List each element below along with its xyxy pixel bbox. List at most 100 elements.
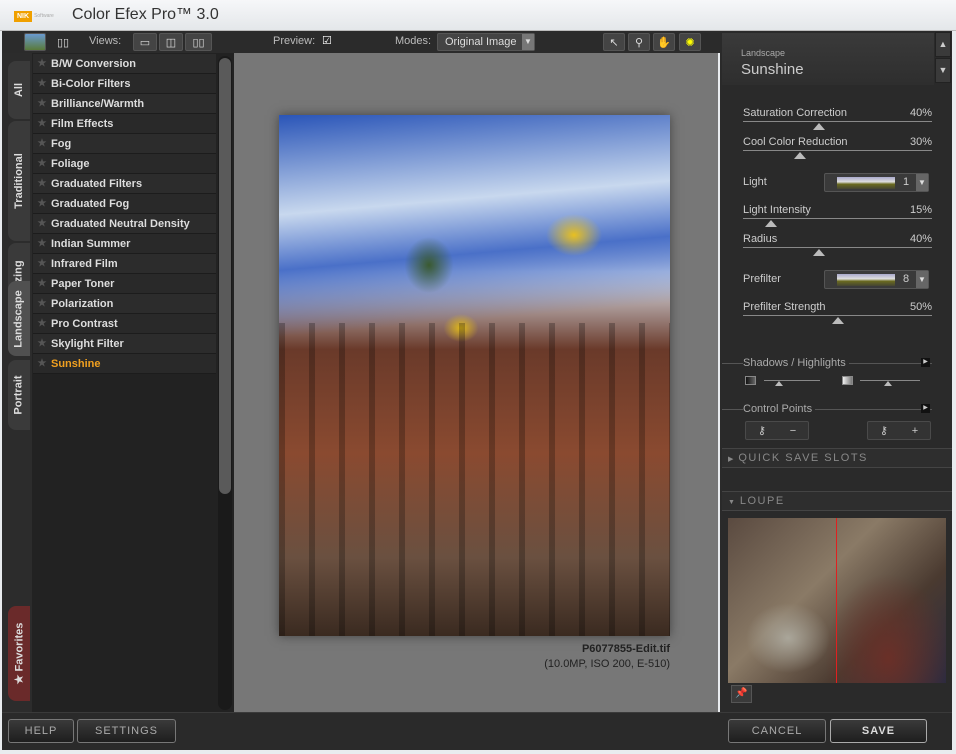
filter-item[interactable]: ★ Polarization bbox=[33, 294, 216, 314]
favorite-star-icon[interactable]: ★ bbox=[33, 118, 51, 129]
favorite-star-icon[interactable]: ★ bbox=[33, 278, 51, 289]
filter-item[interactable]: ★ Foliage bbox=[33, 154, 216, 174]
category-tabs: All Traditional Stylizing Landscape Port… bbox=[2, 53, 32, 712]
view-split-button[interactable]: ◫ bbox=[159, 33, 183, 51]
prefilter-thumbnail bbox=[837, 274, 895, 286]
single-image-icon[interactable] bbox=[24, 33, 46, 51]
cool-slider-handle[interactable] bbox=[793, 152, 806, 159]
prefilter_strength-label: Prefilter Strength bbox=[743, 301, 826, 313]
prefilter_strength-slider[interactable] bbox=[743, 315, 932, 316]
favorite-star-icon[interactable]: ★ bbox=[33, 78, 51, 89]
filter-item-label: Foliage bbox=[51, 157, 90, 170]
saturation-slider[interactable] bbox=[743, 121, 932, 122]
settings-button[interactable]: SETTINGS bbox=[77, 719, 176, 743]
filter-item-label: Fog bbox=[51, 137, 72, 150]
hand-tool-icon[interactable]: ✋ bbox=[653, 33, 675, 51]
prefilter-select[interactable]: 8 ▼ bbox=[824, 270, 929, 289]
intensity-slider[interactable] bbox=[743, 218, 932, 219]
chevron-down-icon: ▼ bbox=[916, 271, 928, 288]
cool-label: Cool Color Reduction bbox=[743, 136, 848, 148]
favorite-star-icon[interactable]: ★ bbox=[33, 338, 51, 349]
highlights-slider-handle[interactable] bbox=[884, 381, 892, 386]
shadows-slider[interactable] bbox=[764, 380, 820, 381]
light-select[interactable]: 1 ▼ bbox=[824, 173, 929, 192]
filter-item[interactable]: ★ Skylight Filter bbox=[33, 334, 216, 354]
filter-item-label: Indian Summer bbox=[51, 237, 131, 250]
expand-arrow-icon[interactable]: ▶ bbox=[921, 358, 930, 367]
remove-control-point-button[interactable]: ⚷ − bbox=[745, 421, 809, 440]
filter-item[interactable]: ★ Pro Contrast bbox=[33, 314, 216, 334]
filter-item-label: Skylight Filter bbox=[51, 337, 124, 350]
filter-item[interactable]: ★ Graduated Fog bbox=[33, 194, 216, 214]
prefilter_strength-slider-handle[interactable] bbox=[831, 317, 844, 324]
favorite-star-icon[interactable]: ★ bbox=[33, 138, 51, 149]
image-meta: (10.0MP, ISO 200, E-510) bbox=[544, 658, 670, 670]
filter-item-label: Polarization bbox=[51, 297, 114, 310]
shadows-slider-handle[interactable] bbox=[775, 381, 783, 386]
app-title: Color Efex Pro™ 3.0 bbox=[72, 6, 219, 23]
help-button[interactable]: HELP bbox=[8, 719, 74, 743]
filter-item-label: Infrared Film bbox=[51, 257, 118, 270]
light-tool-icon[interactable]: ✺ bbox=[679, 33, 701, 51]
intensity-slider-handle[interactable] bbox=[765, 220, 778, 227]
filter-item[interactable]: ★ Indian Summer bbox=[33, 234, 216, 254]
scrollbar-thumb[interactable] bbox=[219, 58, 231, 494]
preview-image[interactable] bbox=[279, 115, 670, 636]
favorite-star-icon[interactable]: ★ bbox=[33, 238, 51, 249]
shadows-highlights-header: Shadows / Highlights bbox=[743, 357, 849, 369]
tab-traditional[interactable]: Traditional bbox=[8, 121, 30, 241]
filter-item-label: Bi-Color Filters bbox=[51, 77, 131, 90]
filter-item[interactable]: ★ Paper Toner bbox=[33, 274, 216, 294]
previous-filter-button[interactable]: ▲ bbox=[935, 32, 951, 57]
save-button[interactable]: SAVE bbox=[830, 719, 927, 743]
view-side-by-side-button[interactable]: ▯▯ bbox=[185, 33, 212, 51]
add-control-point-button[interactable]: ⚷ + bbox=[867, 421, 931, 440]
radius-value: 40% bbox=[909, 233, 932, 245]
favorite-star-icon[interactable]: ★ bbox=[33, 98, 51, 109]
zoom-tool-icon[interactable]: ⚲ bbox=[628, 33, 650, 51]
loupe-view bbox=[728, 518, 946, 683]
filter-item[interactable]: ★ Graduated Filters bbox=[33, 174, 216, 194]
cancel-button[interactable]: CANCEL bbox=[728, 719, 826, 743]
favorite-star-icon[interactable]: ★ bbox=[33, 198, 51, 209]
tab-all[interactable]: All bbox=[8, 61, 30, 119]
cool-value: 30% bbox=[909, 136, 932, 148]
next-filter-button[interactable]: ▼ bbox=[935, 58, 951, 83]
quick-save-slots-header[interactable]: ▶ QUICK SAVE SLOTS bbox=[722, 448, 952, 468]
tab-portrait[interactable]: Portrait bbox=[8, 360, 30, 430]
pointer-tool-icon[interactable]: ↖ bbox=[603, 33, 625, 51]
tab-favorites[interactable]: ★ Favorites bbox=[8, 606, 30, 701]
cool-slider[interactable] bbox=[743, 150, 932, 151]
filter-item[interactable]: ★ B/W Conversion bbox=[33, 54, 216, 74]
radius-slider-handle[interactable] bbox=[812, 249, 825, 256]
favorite-star-icon[interactable]: ★ bbox=[33, 178, 51, 189]
filter-item[interactable]: ★ Fog bbox=[33, 134, 216, 154]
filter-item-label: Pro Contrast bbox=[51, 317, 118, 330]
filter-item-label: Film Effects bbox=[51, 117, 114, 130]
preview-checkbox[interactable]: ☑ bbox=[322, 34, 332, 47]
favorite-star-icon[interactable]: ★ bbox=[33, 318, 51, 329]
filter-category: Landscape bbox=[741, 48, 786, 58]
favorite-star-icon[interactable]: ★ bbox=[33, 298, 51, 309]
pin-loupe-icon[interactable]: 📌 bbox=[731, 685, 752, 703]
saturation-slider-handle[interactable] bbox=[812, 123, 825, 130]
modes-select[interactable]: Original Image ▼ bbox=[437, 33, 535, 51]
split-layout-icon[interactable]: ▯▯ bbox=[52, 33, 74, 51]
favorite-star-icon[interactable]: ★ bbox=[33, 58, 51, 69]
view-single-button[interactable]: ▭ bbox=[133, 33, 157, 51]
loupe-header[interactable]: ▼ LOUPE bbox=[722, 491, 952, 511]
filter-item[interactable]: ★ Infrared Film bbox=[33, 254, 216, 274]
filter-item[interactable]: ★ Sunshine bbox=[33, 354, 216, 374]
favorite-star-icon[interactable]: ★ bbox=[33, 158, 51, 169]
radius-slider[interactable] bbox=[743, 247, 932, 248]
filter-item[interactable]: ★ Brilliance/Warmth bbox=[33, 94, 216, 114]
favorite-star-icon[interactable]: ★ bbox=[33, 358, 51, 369]
filter-item[interactable]: ★ Bi-Color Filters bbox=[33, 74, 216, 94]
favorite-star-icon[interactable]: ★ bbox=[33, 258, 51, 269]
filter-item[interactable]: ★ Film Effects bbox=[33, 114, 216, 134]
filter-item-label: Graduated Filters bbox=[51, 177, 143, 190]
filter-item[interactable]: ★ Graduated Neutral Density bbox=[33, 214, 216, 234]
expand-arrow-icon[interactable]: ▶ bbox=[921, 404, 930, 413]
favorite-star-icon[interactable]: ★ bbox=[33, 218, 51, 229]
tab-landscape[interactable]: Landscape bbox=[8, 281, 30, 356]
